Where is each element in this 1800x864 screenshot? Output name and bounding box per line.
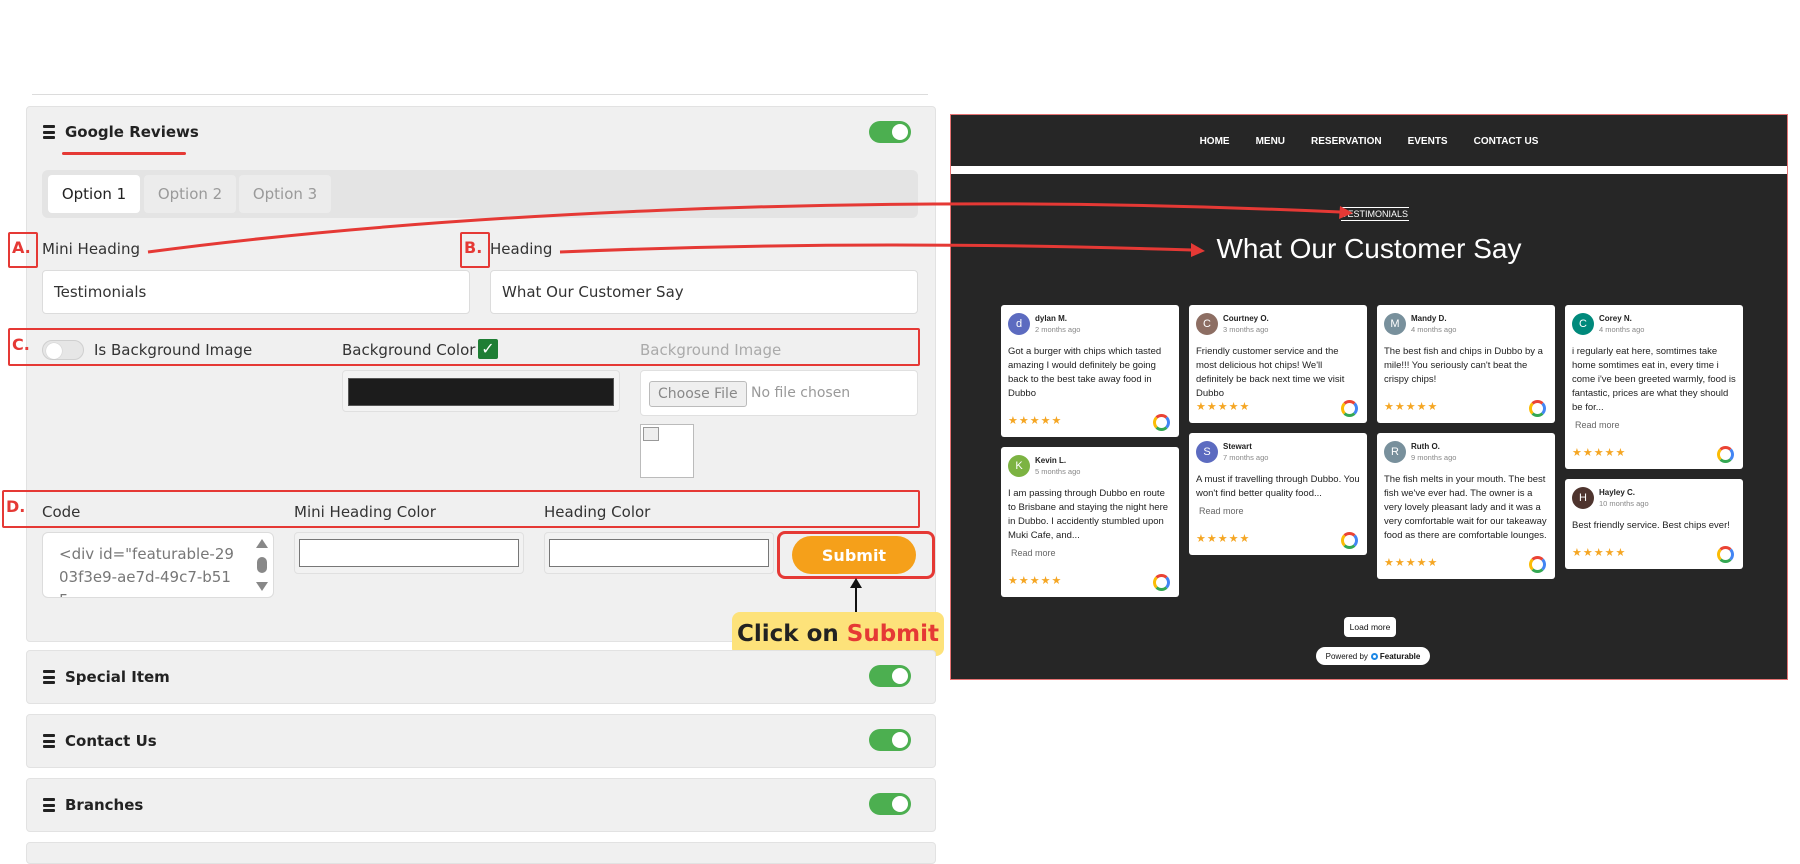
annotation-arrows — [147, 202, 1353, 257]
